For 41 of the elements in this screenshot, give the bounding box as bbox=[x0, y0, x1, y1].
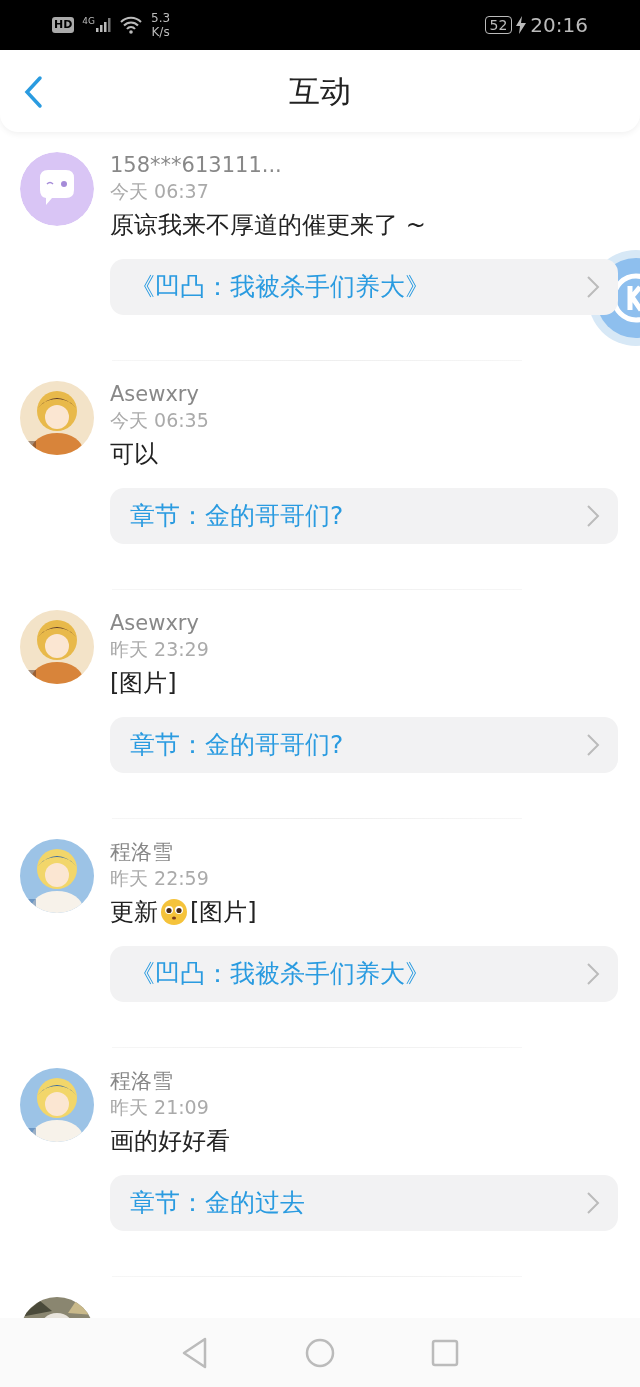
book-link[interactable]: 《凹凸：我被杀手们养大》 bbox=[110, 946, 618, 1002]
chevron-right-icon bbox=[586, 962, 600, 986]
username: 程洛雪 bbox=[110, 839, 174, 865]
book-link[interactable]: 章节：金的过去 bbox=[110, 1175, 618, 1231]
page-title: 互动 bbox=[289, 71, 351, 111]
comment-text: [图片] bbox=[190, 897, 257, 928]
charging-icon bbox=[516, 16, 527, 34]
network-type: 4G bbox=[82, 17, 96, 26]
username: 程洛雪 bbox=[110, 1068, 174, 1094]
pleading-face-icon bbox=[160, 898, 188, 926]
speed-unit: K/s bbox=[151, 25, 171, 39]
book-link[interactable]: 章节：金的哥哥们? bbox=[110, 488, 618, 544]
comment-text: 画的好好看 bbox=[110, 1126, 230, 1157]
signal-icon bbox=[95, 17, 112, 33]
comment-text: 更新 bbox=[110, 897, 158, 928]
hd-indicator: HD bbox=[52, 17, 75, 33]
username: Asewxry bbox=[110, 381, 200, 407]
timestamp: 昨天 23:29 bbox=[110, 637, 210, 662]
back-nav-button[interactable] bbox=[181, 1336, 209, 1369]
default-avatar-icon bbox=[20, 152, 94, 226]
comment-text: [图片] bbox=[110, 668, 177, 699]
comment-text: 原谅我来不厚道的催更来了 ~ bbox=[110, 210, 426, 241]
book-link[interactable]: 《凹凸：我被杀手们养大》 bbox=[110, 259, 618, 315]
timestamp: 今天 06:35 bbox=[110, 408, 210, 433]
chevron-right-icon bbox=[586, 504, 600, 528]
battery-level: 52 bbox=[484, 16, 513, 34]
comment-text: 可以 bbox=[110, 439, 158, 470]
wifi-icon bbox=[119, 16, 144, 34]
username: Asewxry bbox=[110, 610, 200, 636]
timestamp: 昨天 22:59 bbox=[110, 866, 210, 891]
clock: 20:16 bbox=[530, 12, 588, 39]
username: 158***613111... bbox=[110, 152, 283, 178]
chevron-right-icon bbox=[586, 733, 600, 757]
book-link[interactable]: 章节：金的哥哥们? bbox=[110, 717, 618, 773]
timestamp: 今天 06:37 bbox=[110, 179, 210, 204]
timestamp: 昨天 21:09 bbox=[110, 1095, 210, 1120]
chevron-right-icon bbox=[586, 275, 600, 299]
home-nav-button[interactable] bbox=[305, 1337, 335, 1368]
chevron-right-icon bbox=[586, 1191, 600, 1215]
recents-nav-button[interactable] bbox=[431, 1338, 459, 1367]
network-speed: 5.3 bbox=[151, 11, 171, 25]
